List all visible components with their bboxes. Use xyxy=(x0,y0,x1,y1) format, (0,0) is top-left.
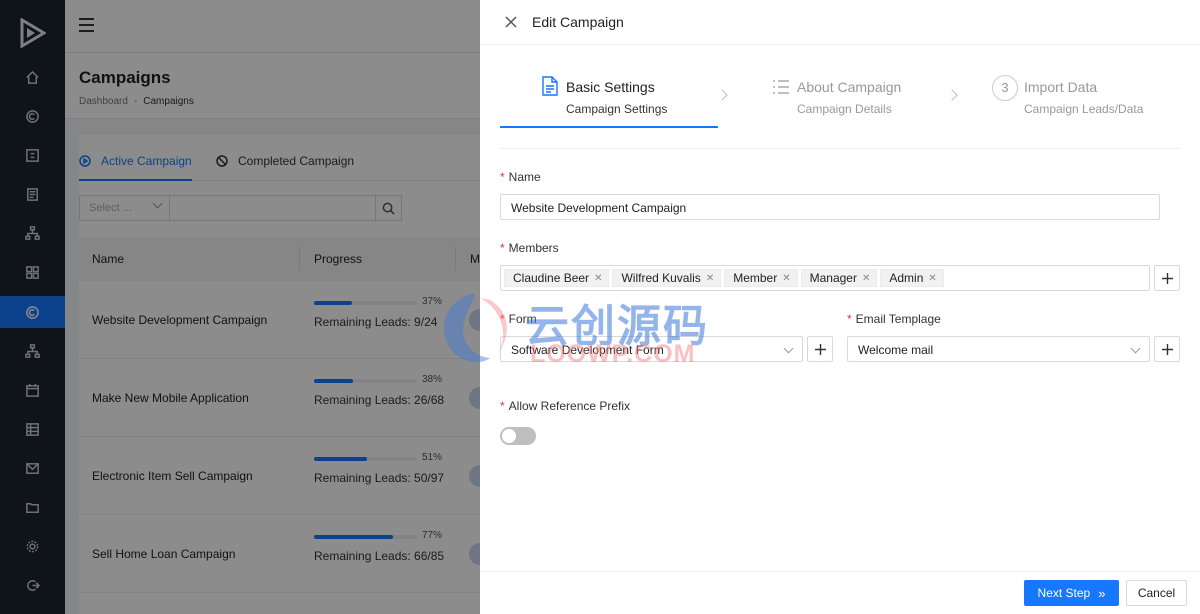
required-mark: * xyxy=(500,312,505,326)
steps: Basic Settings Campaign Settings About C… xyxy=(500,63,1180,149)
email-template-value: Welcome mail xyxy=(858,343,934,357)
list-icon xyxy=(773,80,789,94)
step-subtitle: Campaign Details xyxy=(797,102,892,116)
allow-reference-prefix-label-text: Allow Reference Prefix xyxy=(508,399,631,413)
form-select-value: Software Development Form xyxy=(511,343,664,357)
step-import-data[interactable]: 3 Import Data Campaign Leads/Data xyxy=(992,63,1182,128)
members-select[interactable]: Claudine Beer ✕ Wilfred Kuvalis ✕ Member ✕ … xyxy=(500,265,1150,291)
member-tag: Member ✕ xyxy=(724,269,798,287)
next-step-label: Next Step xyxy=(1037,586,1091,600)
step-title: Import Data xyxy=(1024,79,1098,95)
member-tag-label: Admin xyxy=(889,271,924,285)
step-number: 3 xyxy=(992,75,1018,101)
email-template-select[interactable]: Welcome mail xyxy=(847,336,1150,362)
member-tag-label: Claudine Beer xyxy=(513,271,590,285)
member-tag: Claudine Beer ✕ xyxy=(504,269,610,287)
member-tag: Wilfred Kuvalis ✕ xyxy=(612,269,722,287)
modal-overlay[interactable] xyxy=(0,0,480,614)
plus-icon xyxy=(1161,343,1173,355)
tag-remove-icon[interactable]: ✕ xyxy=(594,273,602,284)
email-template-label-text: Email Templage xyxy=(855,312,941,326)
cancel-button[interactable]: Cancel xyxy=(1126,580,1187,606)
name-input[interactable]: Website Development Campaign xyxy=(500,194,1160,220)
drawer-footer: Next Step » Cancel xyxy=(480,571,1200,614)
add-member-button[interactable] xyxy=(1154,265,1180,291)
chevron-down-icon xyxy=(783,343,794,354)
drawer-title: Edit Campaign xyxy=(532,14,624,30)
form-label: * Form xyxy=(500,312,537,326)
required-mark: * xyxy=(500,241,505,255)
drawer-header: Edit Campaign xyxy=(480,0,1200,45)
toggle-knob xyxy=(502,429,516,443)
member-tag: Admin ✕ xyxy=(880,269,944,287)
member-tag-label: Wilfred Kuvalis xyxy=(621,271,701,285)
member-tag-label: Member xyxy=(733,271,778,285)
double-chevron-right-icon: » xyxy=(1098,585,1106,601)
step-title: About Campaign xyxy=(797,79,902,95)
email-template-label: * Email Templage xyxy=(847,312,941,326)
allow-reference-prefix-label: * Allow Reference Prefix xyxy=(500,399,630,413)
name-label: * Name xyxy=(500,170,541,184)
step-title: Basic Settings xyxy=(566,79,655,95)
form-select[interactable]: Software Development Form xyxy=(500,336,803,362)
next-step-button[interactable]: Next Step » xyxy=(1024,580,1119,606)
required-mark: * xyxy=(500,399,505,413)
step-about-campaign[interactable]: About Campaign Campaign Details xyxy=(770,63,970,128)
form-label-text: Form xyxy=(508,312,537,326)
tag-remove-icon[interactable]: ✕ xyxy=(782,273,790,284)
member-tag-label: Manager xyxy=(809,271,857,285)
required-mark: * xyxy=(500,170,505,184)
tag-remove-icon[interactable]: ✕ xyxy=(928,273,936,284)
member-tag: Manager ✕ xyxy=(800,269,878,287)
chevron-down-icon xyxy=(1130,343,1141,354)
name-label-text: Name xyxy=(508,170,541,184)
tag-remove-icon[interactable]: ✕ xyxy=(862,273,870,284)
file-text-icon xyxy=(542,76,558,96)
members-label-text: Members xyxy=(508,241,559,255)
step-basic-settings[interactable]: Basic Settings Campaign Settings xyxy=(500,63,718,128)
plus-icon xyxy=(814,343,826,355)
members-label: * Members xyxy=(500,241,559,255)
chevron-right-icon xyxy=(716,89,728,101)
allow-reference-prefix-toggle[interactable] xyxy=(500,427,536,445)
tag-remove-icon[interactable]: ✕ xyxy=(706,273,714,284)
edit-campaign-drawer: Edit Campaign Basic Settings Campaign Se… xyxy=(480,0,1200,614)
plus-icon xyxy=(1161,272,1173,284)
add-email-template-button[interactable] xyxy=(1154,336,1180,362)
step-subtitle: Campaign Leads/Data xyxy=(1024,102,1144,116)
add-form-button[interactable] xyxy=(807,336,833,362)
step-subtitle: Campaign Settings xyxy=(566,102,668,116)
required-mark: * xyxy=(847,312,852,326)
close-icon[interactable] xyxy=(505,16,517,28)
